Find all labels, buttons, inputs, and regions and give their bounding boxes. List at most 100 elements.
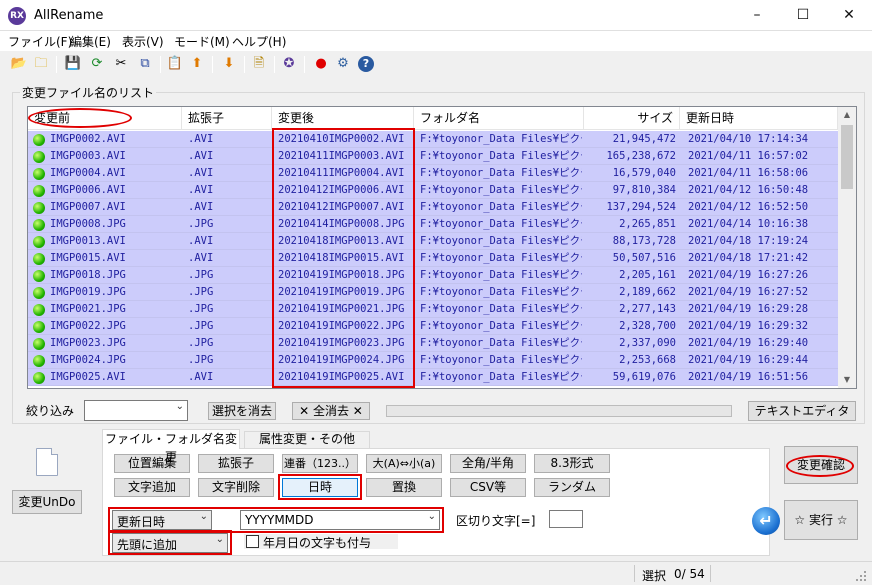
close-button[interactable]: ✕ [826,0,872,31]
date-text-checkbox[interactable] [246,535,259,548]
menu-help[interactable]: ヘルプ(H) [232,33,286,50]
cell-extension: .JPG [188,303,214,315]
separator-input[interactable] [549,510,583,528]
date-source-value: 更新日時 [117,515,166,529]
document-icon [36,448,58,476]
refresh-icon[interactable]: ⟳ [88,55,106,73]
scrollbar-thumb[interactable] [841,125,853,189]
cell-before: IMGP0006.AVI [50,184,126,196]
position-edit-button[interactable]: 位置編集 [114,454,190,473]
cell-extension: .AVI [188,252,214,264]
delete-text-button[interactable]: 文字削除 [198,478,274,497]
status-dot-icon [33,219,45,231]
menu-view[interactable]: 表示(V) [122,33,164,50]
cell-size: 165,238,672 [606,150,676,162]
table-row[interactable]: IMGP0008.JPG .JPG 20210414IMGP0008.JPG F:¥t… [28,216,838,233]
add-text-button[interactable]: 文字追加 [114,478,190,497]
cell-after: 20210412IMGP0006.AVI [278,184,405,196]
cell-modified: 2021/04/19 16:27:52 [688,286,809,298]
table-row[interactable]: IMGP0022.JPG .JPG 20210419IMGP0022.JPG F:¥t… [28,318,838,335]
column-header-after[interactable]: 変更後 [272,107,414,130]
cell-modified: 2021/04/18 17:19:24 [688,235,809,247]
file-list[interactable]: 変更前 拡張子 変更後 フォルダ名 サイズ 更新日時 IMGP0002.AVI.… [27,106,857,389]
document-icon[interactable]: 🗎 [250,55,268,73]
cell-extension: .AVI [188,235,214,247]
table-row[interactable]: IMGP0018.JPG .JPG 20210419IMGP0018.JPG F:¥t… [28,267,838,284]
resize-grip-icon[interactable] [856,570,866,581]
cell-extension: .AVI [188,184,214,196]
clear-selection-button[interactable]: 選択を消去 [208,402,276,420]
confirm-change-button[interactable]: 変更確認 [784,446,858,484]
column-header-folder[interactable]: フォルダ名 [414,107,584,130]
table-row[interactable]: IMGP0019.JPG .JPG 20210419IMGP0019.JPG F:¥t… [28,284,838,301]
table-row[interactable]: IMGP0025.AVI .AVI 20210419IMGP0025.AVI F:¥t… [28,369,838,386]
settings-icon[interactable]: ⚙ [334,55,352,73]
tab-attributes-other[interactable]: 属性変更・その他 [244,431,370,448]
scroll-up-icon[interactable]: ▲ [838,107,856,123]
menu-file[interactable]: ファイル(F) [8,33,72,50]
column-header-before[interactable]: 変更前 [28,107,182,130]
record-icon[interactable]: ● [312,55,330,73]
tab-file-folder-rename[interactable]: ファイル・フォルダ名変更 [102,429,240,464]
status-bar: 選択 0/ 54 [0,561,872,585]
random-button[interactable]: ランダム [534,478,610,497]
help-icon[interactable]: ? [358,56,374,72]
vertical-scrollbar[interactable]: ▲ ▼ [838,107,856,388]
table-row[interactable]: IMGP0023.JPG .JPG 20210419IMGP0023.JPG F:¥t… [28,335,838,352]
date-source-combo[interactable]: 更新日時 ⌄ [112,510,212,530]
column-header-size[interactable]: サイズ [584,107,680,130]
paste-icon[interactable]: 📋 [166,55,184,73]
table-row[interactable]: IMGP0024.JPG .JPG 20210419IMGP0024.JPG F:¥t… [28,352,838,369]
table-row[interactable]: IMGP0015.AVI .AVI 20210418IMGP0015.AVI F:¥t… [28,250,838,267]
execute-button[interactable]: ☆ 実行 ☆ [784,500,858,540]
width-toggle-button[interactable]: 全角/半角 [450,454,526,473]
status-dot-icon [33,236,45,248]
status-dot-icon [33,185,45,197]
copy-icon[interactable]: ⧉ [136,55,154,73]
menu-edit[interactable]: 編集(E) [70,33,111,50]
maximize-button[interactable]: ☐ [780,0,826,31]
clear-all-button[interactable]: ✕ 全消去 ✕ [292,402,370,420]
toolbar-separator [244,56,245,73]
window-title: AllRename [34,8,104,23]
cell-before: IMGP0023.JPG [50,337,126,349]
folder-refresh-icon[interactable]: 🗀 [32,55,50,73]
app-logo-icon[interactable]: ✪ [280,55,298,73]
format-combo[interactable]: YYYYMMDD ⌄ [240,510,440,530]
cut-icon[interactable]: ✂ [112,55,130,73]
cell-extension: .JPG [188,218,214,230]
position-combo[interactable]: 先頭に追加 ⌄ [112,533,228,553]
cell-modified: 2021/04/11 16:58:06 [688,167,809,179]
case-toggle-button[interactable]: 大(A)⇔小(a) [366,454,442,473]
column-header-modified[interactable]: 更新日時 [680,107,838,130]
scroll-down-icon[interactable]: ▼ [838,372,856,388]
table-row[interactable]: IMGP0007.AVI .AVI 20210412IMGP0007.AVI F:¥t… [28,199,838,216]
cell-size: 2,337,090 [619,337,676,349]
status-dot-icon [33,202,45,214]
table-row[interactable]: IMGP0006.AVI .AVI 20210412IMGP0006.AVI F:¥t… [28,182,838,199]
menu-mode[interactable]: モード(M) [174,33,230,50]
table-row[interactable]: IMGP0004.AVI .AVI 20210411IMGP0004.AVI F:¥t… [28,165,838,182]
move-down-icon[interactable]: ⬇ [220,55,238,73]
toolbar-separator [274,56,275,73]
cell-extension: .JPG [188,354,214,366]
table-row[interactable]: IMGP0002.AVI .AVI 20210410IMGP0002.AVI F:¥t… [28,131,838,148]
column-header-extension[interactable]: 拡張子 [182,107,272,130]
minimize-button[interactable]: – [734,0,780,31]
table-row[interactable]: IMGP0003.AVI .AVI 20210411IMGP0003.AVI F:¥t… [28,148,838,165]
folder-open-icon[interactable]: 📂 [10,55,28,73]
save-icon[interactable]: 💾 [64,55,82,73]
move-up-icon[interactable]: ⬆ [188,55,206,73]
table-row[interactable]: IMGP0021.JPG .JPG 20210419IMGP0021.JPG F:¥t… [28,301,838,318]
csv-button[interactable]: CSV等 [450,478,526,497]
8dot3-format-button[interactable]: 8.3形式 [534,454,610,473]
table-row[interactable]: IMGP0013.AVI .AVI 20210418IMGP0013.AVI F:¥t… [28,233,838,250]
toolbar-separator [160,56,161,73]
text-editor-button[interactable]: テキストエディタ [748,401,856,421]
replace-button[interactable]: 置換 [366,478,442,497]
datetime-button[interactable]: 日時 [282,478,358,497]
sequence-number-button[interactable]: 連番（123..） [282,454,358,473]
filter-combo[interactable]: ⌄ [84,400,188,421]
extension-button[interactable]: 拡張子 [198,454,274,473]
undo-button[interactable]: 変更UnDo [12,490,82,514]
